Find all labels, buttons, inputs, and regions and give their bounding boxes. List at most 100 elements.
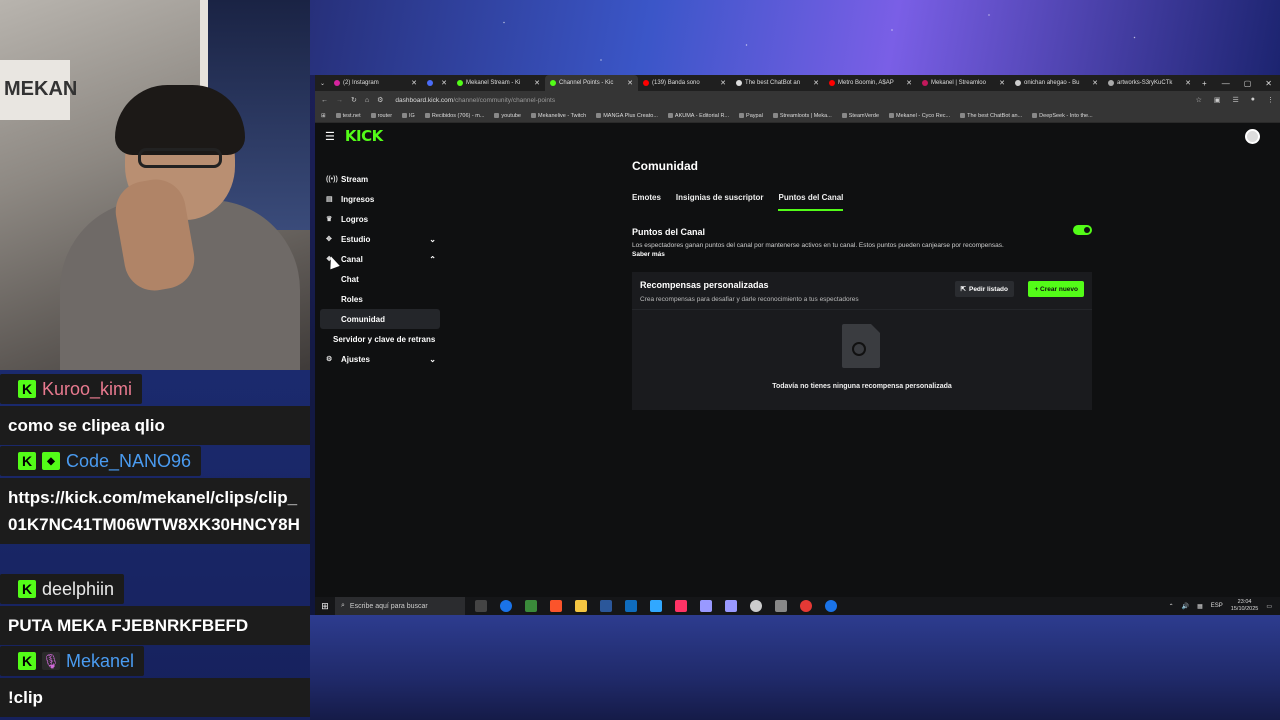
user-avatar[interactable] <box>1245 129 1260 144</box>
browser-tab[interactable]: Mekanel Stream - Ki ✕ <box>452 75 545 91</box>
bookmark[interactable]: AKUMA - Editorial R... <box>668 113 729 119</box>
forward-icon[interactable]: → <box>336 97 343 104</box>
indesign-icon[interactable] <box>675 600 687 612</box>
sidebar-item-stream[interactable]: ((•)) Stream <box>320 169 440 189</box>
minimize-icon[interactable]: — <box>1222 79 1230 88</box>
back-icon[interactable]: ← <box>321 97 328 104</box>
brave-icon[interactable] <box>550 600 562 612</box>
home-icon[interactable]: ⌂ <box>365 97 369 104</box>
chrome-icon[interactable] <box>825 600 837 612</box>
app-icon[interactable] <box>625 600 637 612</box>
bookmark[interactable]: test.net <box>336 113 361 119</box>
url-host: dashboard.kick.com <box>395 96 454 104</box>
close-icon[interactable]: ✕ <box>999 79 1005 87</box>
bookmark[interactable]: Mekanel - Cyco Rec... <box>889 113 950 119</box>
sidebar-item-ingresos[interactable]: ▤ Ingresos <box>320 189 440 209</box>
sidebar-item-estudio[interactable]: ✥ Estudio ⌄ <box>320 229 440 249</box>
sidebar-item-ajustes[interactable]: ⚙ Ajustes ⌄ <box>320 349 440 369</box>
browser-tab[interactable]: (139) Banda sono ✕ <box>638 75 731 91</box>
menu-icon[interactable]: ⋮ <box>1267 96 1274 104</box>
maximize-icon[interactable]: ▢ <box>1244 79 1252 88</box>
apps-icon[interactable]: ⊞ <box>321 113 326 119</box>
after-effects-icon[interactable] <box>700 600 712 612</box>
close-icon[interactable]: ✕ <box>411 79 417 87</box>
app-icon[interactable] <box>800 600 812 612</box>
close-icon[interactable]: ✕ <box>627 79 633 87</box>
close-icon[interactable]: ✕ <box>720 79 726 87</box>
network-icon[interactable]: ▦ <box>1197 603 1203 610</box>
chrome-icon[interactable] <box>500 600 512 612</box>
close-icon[interactable]: ✕ <box>534 79 540 87</box>
sidebar-subitem-chat[interactable]: Chat <box>320 269 440 289</box>
close-icon[interactable]: ✕ <box>1092 79 1098 87</box>
tab-puntos-del-canal[interactable]: Puntos del Canal <box>778 193 844 211</box>
site-info-icon[interactable]: ⚙ <box>377 96 383 104</box>
app-icon[interactable] <box>775 600 787 612</box>
kick-logo[interactable]: KICK <box>345 127 383 145</box>
app-icon[interactable] <box>525 600 537 612</box>
sidebar-subitem-comunidad[interactable]: Comunidad <box>320 309 440 329</box>
address-bar: ← → ↻ ⌂ ⚙ dashboard.kick.com/channel/com… <box>315 91 1280 109</box>
menu-toggle-icon[interactable]: ☰ <box>325 130 335 143</box>
photoshop-icon[interactable] <box>650 600 662 612</box>
bookmark-star-icon[interactable]: ☆ <box>1196 96 1202 104</box>
windows-start-icon[interactable]: ⊞ <box>315 601 335 612</box>
close-window-icon[interactable]: ✕ <box>1265 79 1272 88</box>
extensions-icon[interactable]: ▣ <box>1214 96 1221 104</box>
volume-icon[interactable]: 🔊 <box>1182 603 1189 610</box>
bookmark[interactable]: router <box>371 113 392 119</box>
bookmark[interactable]: MANGA Plus Creato... <box>596 113 658 119</box>
custom-rewards-panel: Recompensas personalizadas Crea recompen… <box>632 272 1092 410</box>
tab-label: The best ChatBot an <box>745 80 801 86</box>
bookmark[interactable]: youtube <box>494 113 521 119</box>
browser-tab-active[interactable]: Channel Points - Kic ✕ <box>545 75 639 91</box>
sidebar-item-logros[interactable]: ♛ Logros <box>320 209 440 229</box>
bookmark[interactable]: IG <box>402 113 415 119</box>
sidebar-subitem-server-key[interactable]: Servidor y clave de retrans <box>320 329 440 349</box>
bookmark[interactable]: DeepSeek - Into the... <box>1032 113 1093 119</box>
notifications-icon[interactable]: ▭ <box>1266 603 1272 610</box>
tab-emotes[interactable]: Emotes <box>632 193 661 211</box>
bookmark[interactable]: The best ChatBot an... <box>960 113 1022 119</box>
downloads-icon[interactable]: ☰ <box>1232 96 1238 104</box>
file-explorer-icon[interactable] <box>575 600 587 612</box>
button-label: + Crear nuevo <box>1034 285 1078 293</box>
system-tray: ⌃ 🔊 ▦ ESP 23:04 15/10/2025 ▭ <box>1169 599 1280 613</box>
close-icon[interactable]: ✕ <box>1185 79 1191 87</box>
taskbar-search[interactable]: ⌕ Escribe aquí para buscar <box>335 597 465 615</box>
learn-more-link[interactable]: Saber más <box>632 251 1092 258</box>
kick-dashboard: ☰ KICK ((•)) Stream ▤ Ingresos ♛ Logros ✥ Es… <box>315 123 1280 598</box>
profile-icon[interactable]: ● <box>1251 96 1255 104</box>
sidebar-subitem-roles[interactable]: Roles <box>320 289 440 309</box>
browser-tab[interactable]: ✕ <box>422 75 452 91</box>
browser-tab[interactable]: (2) Instagram ✕ <box>329 75 422 91</box>
create-new-button[interactable]: + Crear nuevo <box>1028 281 1084 297</box>
bookmark[interactable]: Streamloots | Meka... <box>773 113 832 119</box>
new-tab-icon[interactable]: + <box>1202 79 1207 88</box>
browser-tab[interactable]: artworks-S3ryKuCTk ✕ <box>1103 75 1196 91</box>
bookmark[interactable]: Paypal <box>739 113 763 119</box>
channel-points-toggle[interactable] <box>1073 225 1092 235</box>
close-icon[interactable]: ✕ <box>813 79 819 87</box>
browser-tab[interactable]: Metro Boomin, A$AP ✕ <box>824 75 917 91</box>
browser-tab[interactable]: The best ChatBot an ✕ <box>731 75 824 91</box>
word-icon[interactable] <box>600 600 612 612</box>
language-indicator[interactable]: ESP <box>1211 603 1223 609</box>
bookmark[interactable]: Recibidos (706) - m... <box>425 113 485 119</box>
task-view-icon[interactable] <box>475 600 487 612</box>
url-field[interactable]: dashboard.kick.com/channel/community/cha… <box>395 97 555 104</box>
request-list-button[interactable]: ⇱ Pedir listado <box>954 281 1014 297</box>
clock[interactable]: 23:04 15/10/2025 <box>1231 599 1259 613</box>
reload-icon[interactable]: ↻ <box>351 96 357 104</box>
close-icon[interactable]: ✕ <box>906 79 912 87</box>
obs-icon[interactable] <box>750 600 762 612</box>
browser-tab[interactable]: Mekanel | Streamloo ✕ <box>917 75 1010 91</box>
browser-tab[interactable]: onichan ahegao - Bu ✕ <box>1010 75 1103 91</box>
tray-arrow-icon[interactable]: ⌃ <box>1169 603 1174 610</box>
bookmark[interactable]: SteamVerde <box>842 113 879 119</box>
close-icon[interactable]: ✕ <box>441 79 447 87</box>
premiere-icon[interactable] <box>725 600 737 612</box>
tab-insignias[interactable]: Insignias de suscriptor <box>676 193 764 211</box>
tab-search-icon[interactable]: ⌄ <box>320 80 325 87</box>
bookmark[interactable]: Mekanelive - Twitch <box>531 113 586 119</box>
